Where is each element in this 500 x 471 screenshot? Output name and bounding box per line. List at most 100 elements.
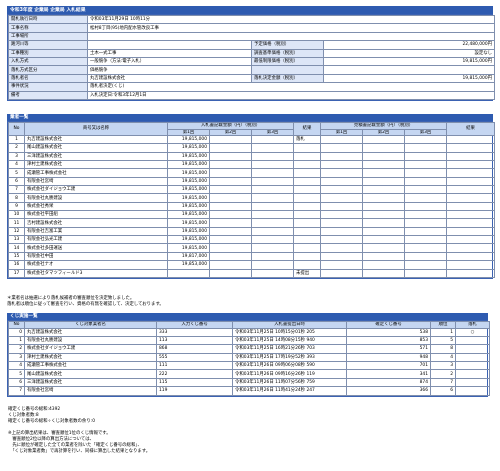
lottery-name: 有限会社丸勝建設 [24, 335, 157, 346]
bid-round-3 [251, 251, 294, 262]
bidders-table: No 商号又は名称 入札書記載金額（円）（税別） 結果 見積書記載金額（円）（税… [7, 121, 495, 279]
lottery-time: 令和03年11月25日 16時21分26秒 703 [232, 344, 347, 354]
info-row: 開札執行日時 令和03年11月29日 10時11分 [8, 14, 496, 25]
info-value [87, 40, 252, 50]
bid-round-1: 19,815,000 [167, 160, 210, 170]
lottery-rank: 6 [430, 386, 456, 396]
bid-result [293, 151, 321, 162]
bid-result [293, 235, 321, 245]
bid-round-2 [209, 143, 252, 153]
bid-result: 未提出 [293, 268, 321, 278]
bidder-no: 13 [8, 235, 25, 245]
table-row: 2 尾山建設株式会社 19,815,000 [8, 143, 495, 153]
table-row: 3 津村土建株式会社 555 令和03年11月25日 17時19分52秒 393 948… [8, 352, 490, 363]
lottery-confirmed: 341 [346, 369, 431, 379]
info-label [251, 65, 324, 75]
bidder-name: 有限会社吉富工業 [24, 226, 168, 237]
info-value: 一般競争（方法:電子入札） [87, 56, 252, 67]
lottery-input: 868 [156, 344, 233, 354]
est-round-1 [320, 193, 363, 203]
lottery-no: 5 [8, 369, 25, 379]
table-row: 0 丸吉建設株式会社 333 令和03年11月25日 10時15分01秒 205 538… [8, 327, 490, 337]
bid-result [293, 251, 321, 262]
est-round-2 [362, 201, 405, 212]
bid-result [293, 176, 321, 187]
lottery-name: 有限会社宮崎 [24, 386, 157, 396]
lottery-name: 成瀬管工事株式会社 [24, 361, 157, 371]
table-row: 7 有限会社宮崎 119 令和03年11月26日 11時41分24秒 247 366 6 [8, 386, 490, 396]
bidder-no: 4 [8, 160, 25, 170]
est-round-3 [404, 260, 447, 270]
bid-round-2 [209, 201, 252, 212]
info-label: 工事場所 [8, 31, 88, 42]
est-round-3 [404, 176, 447, 187]
bid-round-2 [209, 168, 252, 178]
est-round-1 [320, 210, 363, 220]
table-row: 4 成瀬管工事株式会社 111 令和03年11月26日 09時06分08秒 590 70… [8, 361, 490, 371]
bid-round-3 [251, 151, 294, 162]
bid-round-3 [251, 235, 294, 245]
bid-round-3 [251, 260, 294, 270]
est-round-2 [362, 185, 405, 195]
info-label: 入札方式 [8, 56, 88, 67]
info-value: 土木一式工事 [87, 48, 252, 58]
info-value: 設定なし [322, 48, 496, 58]
table-row: 6 三洋建設株式会社 115 令和03年11月26日 11時07分56秒 759 874… [8, 377, 490, 388]
bid-round-1: 19,815,000 [167, 151, 210, 162]
info-label: 工事種別 [8, 48, 88, 58]
bidder-name: 株式会社平田組 [24, 210, 168, 220]
bidder-name: 丸吉建設株式会社 [24, 134, 168, 145]
est-round-3 [404, 151, 447, 162]
lottery-time: 令和03年11月26日 11時41分24秒 247 [232, 386, 347, 396]
bid-result [293, 193, 321, 203]
lottery-name: 尾山建設株式会社 [24, 369, 157, 379]
notes: ＊業者名は抽選により落札候補者の審査順位を決定致しました。 落札者は順位に従って… [7, 296, 164, 308]
bid-round-2 [209, 226, 252, 237]
est-round-2 [362, 260, 405, 270]
info-row: 工事種別 土木一式工事 調査基準価格（税別） 設定なし [8, 48, 496, 58]
bid-result [293, 226, 321, 237]
bidder-name: 株式会社多田運送 [24, 243, 168, 253]
est-round-3 [404, 268, 447, 278]
bid-round-3 [251, 185, 294, 195]
est-result [446, 193, 495, 203]
est-result [446, 243, 495, 253]
est-round-1 [320, 176, 363, 187]
bid-round-2 [209, 193, 252, 203]
bidder-no: 17 [8, 268, 25, 278]
est-result [446, 235, 495, 245]
table-row: 13 有限会社弘光工建 19,815,000 [8, 235, 495, 245]
bid-round-1: 19,815,000 [167, 226, 210, 237]
bidder-name: 株式会社秀栄 [24, 201, 168, 212]
lottery-confirmed: 366 [346, 386, 431, 396]
info-label: 開札執行日時 [8, 14, 88, 25]
table-row: 12 有限会社吉富工業 19,815,000 [8, 226, 495, 237]
bid-round-1: 19,815,000 [167, 201, 210, 212]
lottery-table: No くじ対象業者名 入力くじ番号 入札書提出日時 確定くじ番号 順位 落札 0… [7, 320, 490, 397]
lottery-time: 令和03年11月25日 14時08分15秒 940 [232, 335, 347, 346]
est-round-3 [404, 251, 447, 262]
lottery-confirmed: 853 [346, 335, 431, 346]
est-result [446, 226, 495, 237]
info-row: 落札方式区分 価格競争 [8, 65, 496, 75]
est-round-2 [362, 151, 405, 162]
bidder-no: 12 [8, 226, 25, 237]
footer: 確定くじ番号の総和:4392 くじ対象者数:8 確定くじ番号の総和÷くじ対象者数… [8, 407, 150, 455]
bidder-no: 15 [8, 251, 25, 262]
bid-result [293, 218, 321, 228]
est-round-1 [320, 251, 363, 262]
est-result [446, 185, 495, 195]
info-value: 22,480,000円 [322, 40, 496, 50]
info-value: 19,815,000円 [322, 73, 496, 84]
bidder-name: 尾山建設株式会社 [24, 143, 168, 153]
bid-result [293, 260, 321, 270]
lottery-no: 3 [8, 352, 25, 363]
bid-result [293, 160, 321, 170]
lottery-no: 1 [8, 335, 25, 346]
est-round-2 [362, 176, 405, 187]
bid-result: 落札 [293, 134, 321, 145]
lottery-name: 三洋建設株式会社 [24, 377, 157, 388]
est-round-3 [404, 226, 447, 237]
est-round-2 [362, 134, 405, 145]
est-round-3 [404, 160, 447, 170]
